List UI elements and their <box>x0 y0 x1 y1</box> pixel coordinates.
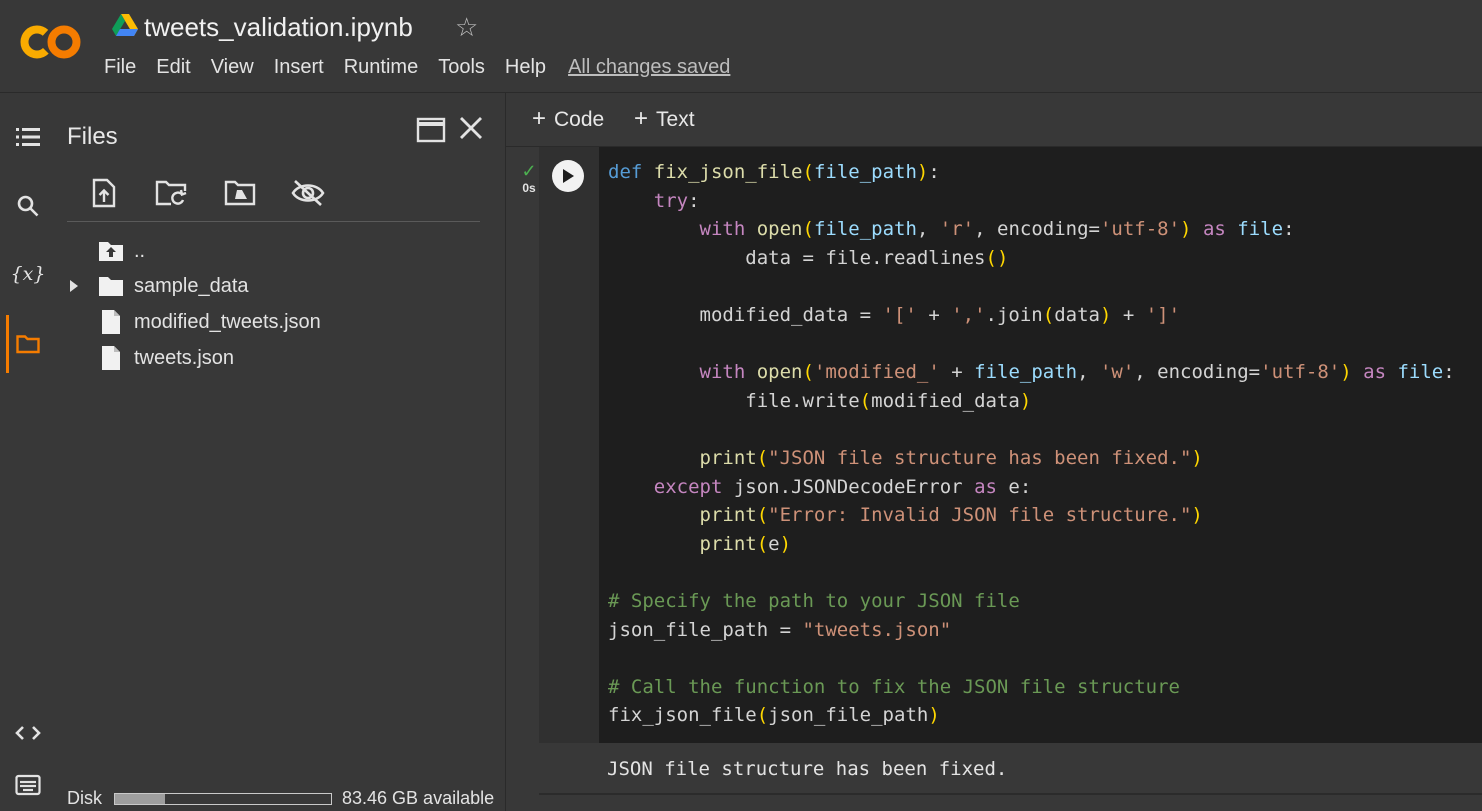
star-icon[interactable]: ☆ <box>455 12 478 43</box>
variables-icon[interactable]: {x} <box>11 260 46 288</box>
menu-view[interactable]: View <box>211 56 254 79</box>
tree-item-label: .. <box>134 239 146 262</box>
divider <box>67 221 480 222</box>
menu-help[interactable]: Help <box>505 56 546 79</box>
add-code-button[interactable]: + Code <box>532 105 605 133</box>
header: tweets_validation.ipynb ☆ File Edit View… <box>0 0 1482 93</box>
tree-item-sample-data[interactable]: sample_data <box>66 269 249 303</box>
output-text: JSON file structure has been fixed. <box>607 758 1008 780</box>
code-editor[interactable]: def fix_json_file(file_path): try: with … <box>608 158 1455 730</box>
tree-item-label: sample_data <box>134 274 249 297</box>
google-drive-icon <box>112 13 138 41</box>
expand-caret-icon[interactable] <box>66 278 82 294</box>
folder-up-icon <box>98 238 124 264</box>
panel-title: Files <box>67 123 118 150</box>
folder-icon[interactable] <box>14 330 42 358</box>
notebook-area: + Code + Text ✓ 0s def fix_json_file(fil… <box>506 93 1482 811</box>
menu-insert[interactable]: Insert <box>274 56 324 79</box>
notebook-toolbar: + Code + Text <box>506 93 1482 147</box>
toc-icon[interactable] <box>14 123 42 151</box>
colab-logo[interactable] <box>20 24 82 65</box>
file-icon <box>98 345 124 371</box>
save-status-link[interactable]: All changes saved <box>568 56 730 79</box>
menu-edit[interactable]: Edit <box>156 56 190 79</box>
add-text-button[interactable]: + Text <box>634 105 695 133</box>
refresh-icon[interactable] <box>154 175 190 211</box>
upload-file-icon[interactable] <box>86 175 122 211</box>
plus-icon: + <box>634 105 649 132</box>
search-icon[interactable] <box>14 192 42 220</box>
terminal-icon[interactable] <box>14 771 42 799</box>
run-cell-button[interactable] <box>552 160 584 192</box>
file-icon <box>98 309 124 335</box>
notebook-title[interactable]: tweets_validation.ipynb <box>144 12 413 43</box>
code-cell[interactable]: def fix_json_file(file_path): try: with … <box>539 147 1482 743</box>
disk-available: 83.46 GB available <box>342 788 495 808</box>
mount-drive-icon[interactable] <box>222 175 258 211</box>
code-snippets-icon[interactable] <box>14 719 42 747</box>
files-toolbar <box>86 175 358 211</box>
cell-output: JSON file structure has been fixed. <box>539 743 1482 793</box>
tree-item-parent[interactable]: .. <box>66 234 145 268</box>
open-in-tab-icon[interactable] <box>416 117 446 148</box>
disk-usage: Disk 83.46 GB available <box>67 788 494 809</box>
cell-gutter <box>539 147 599 743</box>
add-code-label: Code <box>554 108 605 131</box>
hide-icon[interactable] <box>290 175 326 211</box>
menu-tools[interactable]: Tools <box>438 56 485 79</box>
add-text-label: Text <box>656 108 695 131</box>
folder-icon <box>98 273 124 299</box>
play-icon <box>563 169 574 183</box>
plus-icon: + <box>532 105 547 132</box>
disk-usage-bar <box>114 792 332 805</box>
files-panel: Files .. sample_data modified_tweets.jso… <box>56 93 506 811</box>
tree-item-label: modified_tweets.json <box>134 310 321 333</box>
disk-label: Disk <box>67 788 102 808</box>
menu-bar: File Edit View Insert Runtime Tools Help… <box>104 56 730 79</box>
active-indicator <box>6 315 9 373</box>
left-rail: {x} <box>0 93 56 811</box>
close-icon[interactable] <box>458 115 484 146</box>
tree-item-modified-tweets[interactable]: modified_tweets.json <box>66 305 321 339</box>
disk-usage-fill <box>115 793 165 804</box>
menu-file[interactable]: File <box>104 56 136 79</box>
tree-item-label: tweets.json <box>134 346 235 369</box>
menu-runtime[interactable]: Runtime <box>344 56 418 79</box>
tree-item-tweets[interactable]: tweets.json <box>66 341 234 375</box>
